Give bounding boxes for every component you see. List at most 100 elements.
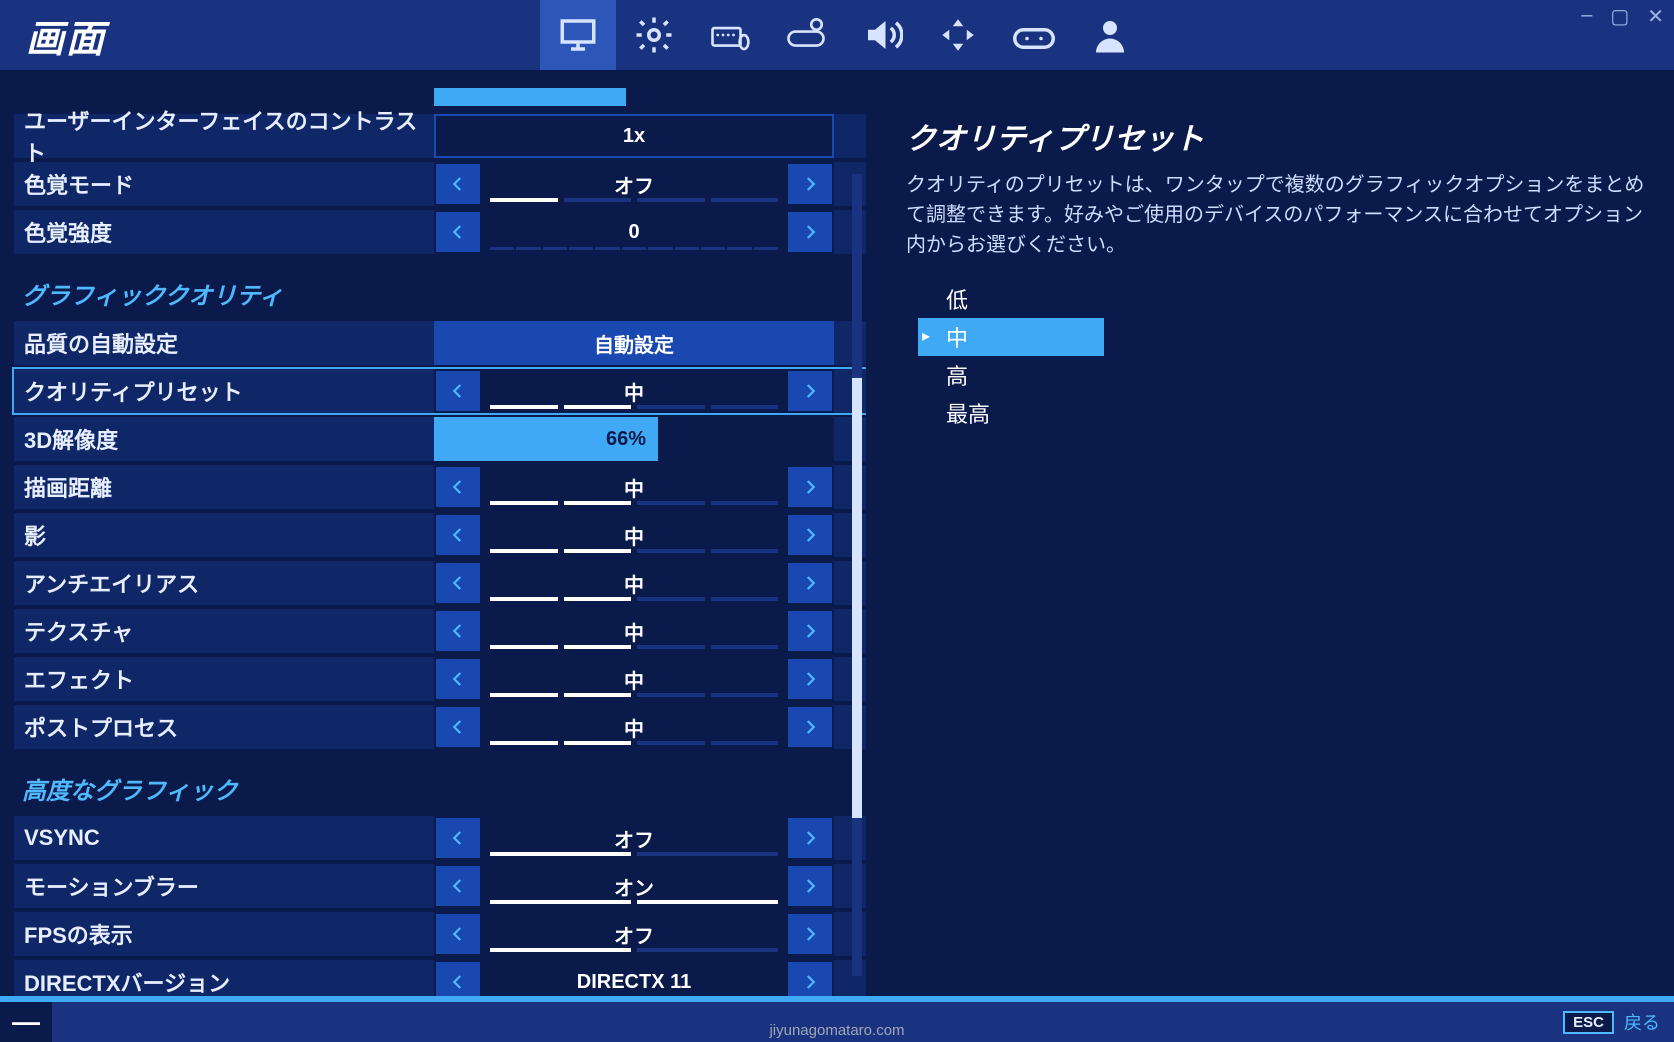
shadows-next[interactable] — [786, 513, 834, 557]
info-option-2[interactable]: 高 — [918, 356, 1104, 394]
scrollbar-thumb[interactable] — [852, 378, 862, 818]
directx-version-prev[interactable] — [434, 960, 482, 996]
colorblind-mode-next[interactable] — [786, 162, 834, 206]
3d-resolution-label: 3D解像度 — [14, 423, 434, 455]
tab-keyboard[interactable] — [692, 0, 768, 70]
textures-prev[interactable] — [434, 609, 482, 653]
info-option-1[interactable]: 中 — [918, 318, 1104, 356]
tab-display[interactable] — [540, 0, 616, 70]
person-icon — [1089, 14, 1131, 56]
vsync-label: VSYNC — [14, 825, 434, 851]
row-post-processing: ポストプロセス 中 — [14, 705, 866, 749]
colorblind-mode-prev[interactable] — [434, 162, 482, 206]
close-button[interactable]: ✕ — [1647, 4, 1664, 29]
controller-gear-icon — [785, 14, 827, 56]
show-fps-prev[interactable] — [434, 912, 482, 956]
tab-game-settings[interactable] — [616, 0, 692, 70]
row-vsync: VSYNC オフ — [14, 816, 866, 860]
minimize-button[interactable]: – — [1581, 4, 1592, 29]
colorblind-strength-prev[interactable] — [434, 210, 482, 254]
header-bar: 画面 – ▢ ✕ — [0, 0, 1674, 74]
shadows-prev[interactable] — [434, 513, 482, 557]
vsync-next[interactable] — [786, 816, 834, 860]
quality-preset-value[interactable]: 中 — [482, 369, 786, 413]
view-distance-prev[interactable] — [434, 465, 482, 509]
tab-accessibility[interactable] — [920, 0, 996, 70]
row-show-fps: FPSの表示 オフ — [14, 912, 866, 956]
quality-preset-next[interactable] — [786, 369, 834, 413]
quality-preset-prev[interactable] — [434, 369, 482, 413]
shadows-value[interactable]: 中 — [482, 513, 786, 557]
auto-quality-button[interactable]: 自動設定 — [434, 321, 834, 365]
motion-blur-next[interactable] — [786, 864, 834, 908]
3d-resolution-slider[interactable]: 66% — [434, 417, 834, 461]
row-motion-blur: モーションブラー オン — [14, 864, 866, 908]
row-auto-quality: 品質の自動設定自動設定 — [14, 321, 866, 365]
anti-aliasing-value[interactable]: 中 — [482, 561, 786, 605]
colorblind-mode-value[interactable]: オフ — [482, 162, 786, 206]
window-controls: – ▢ ✕ — [1581, 4, 1664, 29]
tab-account[interactable] — [1072, 0, 1148, 70]
directx-version-label: DIRECTXバージョン — [14, 966, 434, 996]
colorblind-mode-label: 色覚モード — [14, 168, 434, 200]
textures-label: テクスチャ — [14, 615, 434, 647]
show-fps-label: FPSの表示 — [14, 918, 434, 950]
row-shadows: 影中 — [14, 513, 866, 557]
effects-label: エフェクト — [14, 663, 434, 695]
vsync-prev[interactable] — [434, 816, 482, 860]
partial-slider-top[interactable] — [434, 88, 834, 106]
settings-panel: ユーザーインターフェイスのコントラスト1x色覚モードオフ色覚強度0 グラフィック… — [0, 74, 866, 996]
textures-next[interactable] — [786, 609, 834, 653]
ui-contrast-value[interactable]: 1x — [434, 114, 834, 158]
back-label: 戻る — [1624, 1009, 1660, 1035]
footer-bar: — jiyunagomataro.com ESC 戻る — [0, 996, 1674, 1042]
info-description: クオリティのプリセットは、ワンタップで複数のグラフィックオプションをまとめて調整… — [906, 170, 1646, 260]
watermark-text: jiyunagomataro.com — [769, 1022, 904, 1039]
view-distance-value[interactable]: 中 — [482, 465, 786, 509]
footer-back-group[interactable]: ESC 戻る — [1563, 1009, 1660, 1035]
effects-next[interactable] — [786, 657, 834, 701]
colorblind-strength-next[interactable] — [786, 210, 834, 254]
show-fps-value[interactable]: オフ — [482, 912, 786, 956]
view-distance-label: 描画距離 — [14, 471, 434, 503]
effects-value[interactable]: 中 — [482, 657, 786, 701]
footer-menu-button[interactable]: — — [0, 1002, 52, 1042]
tab-controller-config[interactable] — [768, 0, 844, 70]
row-effects: エフェクト 中 — [14, 657, 866, 701]
tab-controller[interactable] — [996, 0, 1072, 70]
anti-aliasing-label: アンチエイリアス — [14, 567, 434, 599]
colorblind-strength-label: 色覚強度 — [14, 216, 434, 248]
row-colorblind-strength: 色覚強度 0 — [14, 210, 866, 254]
maximize-button[interactable]: ▢ — [1610, 4, 1629, 29]
row-directx-version: DIRECTXバージョン DIRECTX 11 — [14, 960, 866, 996]
anti-aliasing-next[interactable] — [786, 561, 834, 605]
row-colorblind-mode: 色覚モード オフ — [14, 162, 866, 206]
speaker-icon — [861, 14, 903, 56]
row-textures: テクスチャ 中 — [14, 609, 866, 653]
auto-quality-label: 品質の自動設定 — [14, 327, 434, 359]
esc-key-icon: ESC — [1563, 1011, 1614, 1034]
dpad-icon — [937, 14, 979, 56]
info-option-0[interactable]: 低 — [918, 280, 1104, 318]
directx-version-next[interactable] — [786, 960, 834, 996]
motion-blur-prev[interactable] — [434, 864, 482, 908]
motion-blur-value[interactable]: オン — [482, 864, 786, 908]
anti-aliasing-prev[interactable] — [434, 561, 482, 605]
tab-audio[interactable] — [844, 0, 920, 70]
vsync-value[interactable]: オフ — [482, 816, 786, 860]
post-processing-value[interactable]: 中 — [482, 705, 786, 749]
directx-version-value[interactable]: DIRECTX 11 — [482, 960, 786, 996]
info-option-list: 低中高最高 — [906, 280, 1646, 432]
motion-blur-label: モーションブラー — [14, 870, 434, 902]
show-fps-next[interactable] — [786, 912, 834, 956]
textures-value[interactable]: 中 — [482, 609, 786, 653]
effects-prev[interactable] — [434, 657, 482, 701]
section-graphics-quality: グラフィッククオリティ — [14, 258, 866, 321]
post-processing-prev[interactable] — [434, 705, 482, 749]
post-processing-label: ポストプロセス — [14, 711, 434, 743]
info-option-3[interactable]: 最高 — [918, 394, 1104, 432]
post-processing-next[interactable] — [786, 705, 834, 749]
scrollbar-track[interactable] — [852, 174, 862, 976]
view-distance-next[interactable] — [786, 465, 834, 509]
colorblind-strength-value[interactable]: 0 — [482, 210, 786, 254]
